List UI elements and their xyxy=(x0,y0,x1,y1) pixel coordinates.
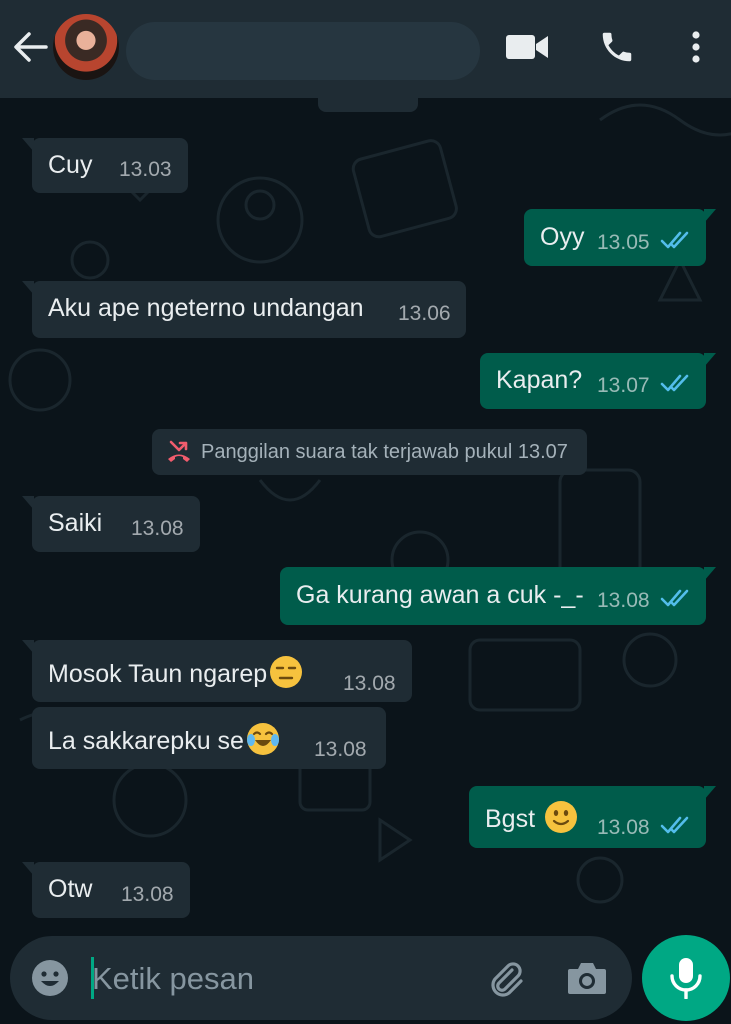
message-text: Bgst xyxy=(485,800,578,834)
message-text: Mosok Taun ngarep xyxy=(48,655,303,689)
bubble-tail xyxy=(22,281,34,295)
double-check-icon xyxy=(660,231,689,249)
message-bubble[interactable]: Saiki 13.08 xyxy=(22,496,200,552)
message-bubble[interactable]: Oyy 13.05 xyxy=(524,209,716,266)
message-text-content: La sakkarepku se xyxy=(48,727,244,755)
more-options-button[interactable] xyxy=(688,28,704,66)
contact-avatar[interactable] xyxy=(53,14,119,80)
message-input[interactable] xyxy=(90,954,474,1004)
double-check-icon xyxy=(660,374,689,392)
microphone-icon xyxy=(670,958,702,999)
video-camera-icon xyxy=(506,35,548,59)
missed-call-text: Panggilan suara tak terjawab pukul 13.07 xyxy=(201,441,568,463)
message-bubble[interactable]: Mosok Taun ngarep 13.08 xyxy=(22,640,412,702)
message-time: 13.08 xyxy=(121,883,174,906)
missed-call-notice[interactable]: Panggilan suara tak terjawab pukul 13.07 xyxy=(152,429,587,475)
bubble-tail xyxy=(704,209,716,223)
slightly-smiling-face-icon xyxy=(544,801,577,833)
expressionless-face-icon xyxy=(270,656,303,688)
tears-of-joy-face-icon xyxy=(246,723,279,755)
message-time: 13.08 xyxy=(314,738,367,761)
smiley-icon xyxy=(32,960,68,996)
message-time: 13.08 xyxy=(597,589,650,612)
message-text: Otw xyxy=(48,875,93,903)
message-text: Saiki xyxy=(48,509,103,537)
message-time: 13.08 xyxy=(597,816,650,839)
camera-button[interactable] xyxy=(566,958,608,998)
double-check-icon xyxy=(660,589,689,607)
chat-header xyxy=(0,0,731,98)
bubble-tail xyxy=(704,786,716,800)
attach-button[interactable] xyxy=(484,956,528,1000)
bubble-tail xyxy=(22,496,34,510)
phone-icon xyxy=(602,32,632,62)
message-time: 13.08 xyxy=(343,672,396,695)
arrow-left-icon xyxy=(14,32,48,62)
vertical-dots-icon xyxy=(692,31,700,63)
bubble-tail xyxy=(22,138,34,152)
emoji-button[interactable] xyxy=(30,958,70,998)
bubble-tail xyxy=(704,567,716,581)
message-time: 13.08 xyxy=(131,517,184,540)
message-time: 13.07 xyxy=(597,374,650,397)
message-bubble[interactable]: Otw 13.08 xyxy=(22,862,190,918)
message-bubble[interactable]: Bgst 13.08 xyxy=(469,786,716,848)
camera-icon xyxy=(568,963,606,994)
message-text-content: Mosok Taun ngarep xyxy=(48,660,268,688)
message-time: 13.03 xyxy=(119,158,172,181)
message-time: 13.06 xyxy=(398,302,451,325)
voice-call-button[interactable] xyxy=(598,28,636,66)
missed-call-icon xyxy=(168,440,190,462)
message-composer xyxy=(10,936,632,1020)
bubble-tail xyxy=(704,353,716,367)
message-time: 13.05 xyxy=(597,231,650,254)
message-bubble[interactable]: Cuy 13.03 xyxy=(22,138,188,193)
message-text: Kapan? xyxy=(496,366,583,394)
double-check-icon xyxy=(660,816,689,834)
video-call-button[interactable] xyxy=(505,32,549,62)
text-cursor xyxy=(91,957,94,999)
back-button[interactable] xyxy=(10,29,50,65)
partial-message-bubble xyxy=(318,90,418,112)
message-text: Ga kurang awan a cuk -_- xyxy=(296,581,584,609)
message-bubble[interactable]: La sakkarepku se 13.08 xyxy=(32,707,386,769)
voice-record-button[interactable] xyxy=(642,935,730,1021)
bubble-tail xyxy=(22,640,34,654)
message-bubble[interactable]: Kapan? 13.07 xyxy=(480,353,716,409)
message-text: Aku ape ngeterno undangan xyxy=(48,294,364,322)
contact-name[interactable] xyxy=(126,22,480,80)
message-text: Oyy xyxy=(540,223,585,251)
message-bubble[interactable]: Aku ape ngeterno undangan 13.06 xyxy=(22,281,466,338)
message-bubble[interactable]: Ga kurang awan a cuk -_- 13.08 xyxy=(280,567,716,625)
message-text: La sakkarepku se xyxy=(48,722,280,756)
paperclip-icon xyxy=(491,962,523,997)
bubble-tail xyxy=(22,862,34,876)
message-text-content: Bgst xyxy=(485,805,542,833)
message-text: Cuy xyxy=(48,151,93,179)
